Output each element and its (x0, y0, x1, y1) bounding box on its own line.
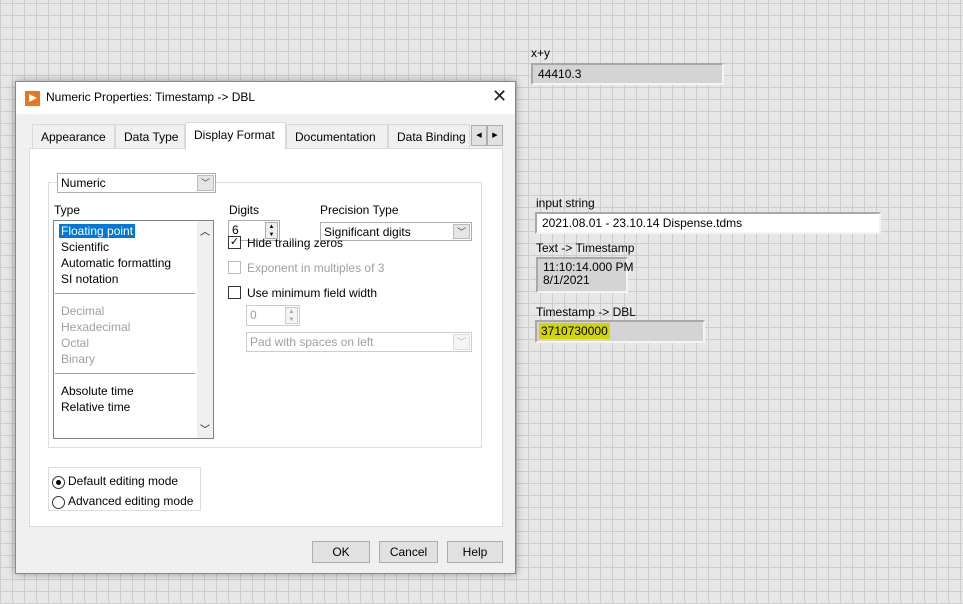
type-item-si[interactable]: SI notation (59, 272, 120, 286)
advanced-mode-label: Advanced editing mode (68, 494, 194, 508)
type-item-binary: Binary (61, 352, 96, 366)
type-label: Type (54, 203, 81, 217)
chevron-down-icon: ﹀ (197, 175, 214, 191)
display-format-panel: Numeric ﹀ Type Floating point Scientific… (29, 148, 503, 527)
exponent-multiples-label: Exponent in multiples of 3 (247, 261, 385, 275)
pad-select: Pad with spaces on left ﹀ (246, 332, 472, 352)
ok-button[interactable]: OK (312, 541, 370, 563)
tab-scroll-right-icon[interactable]: ▶ (487, 125, 503, 146)
timestamp-date: 8/1/2021 (543, 273, 590, 287)
scroll-up-icon[interactable]: ︿ (197, 223, 213, 238)
digits-label: Digits (229, 203, 260, 217)
xy-indicator[interactable]: 44410.3 (531, 63, 724, 85)
checkmark-icon: ✓ (229, 236, 240, 248)
xy-label: x+y (531, 46, 551, 60)
pad-value: Pad with spaces on left (250, 335, 374, 349)
tab-display-format[interactable]: Display Format (185, 122, 286, 150)
default-mode-label: Default editing mode (68, 474, 179, 488)
tab-data-type[interactable]: Data Type (115, 124, 185, 149)
input-string-label: input string (536, 196, 595, 210)
type-item-hexadecimal: Hexadecimal (61, 320, 131, 334)
type-list-scrollbar[interactable]: ︿ ﹀ (197, 221, 213, 438)
labview-arrow-icon (25, 91, 40, 106)
precision-label: Precision Type (320, 203, 399, 217)
cancel-button[interactable]: Cancel (379, 541, 438, 563)
tab-scroll-left-icon[interactable]: ◀ (471, 125, 487, 146)
type-item-decimal: Decimal (61, 304, 105, 318)
type-list[interactable]: Floating point Scientific Automatic form… (53, 220, 214, 439)
divider (55, 293, 195, 294)
min-field-width-checkbox[interactable] (228, 286, 241, 299)
tab-appearance[interactable]: Appearance (32, 124, 115, 149)
format-category-value: Numeric (61, 176, 106, 190)
input-string-control[interactable]: 2021.08.01 - 23.10.14 Dispense.tdms (535, 212, 881, 234)
type-item-automatic[interactable]: Automatic formatting (59, 256, 173, 270)
digits-value: 6 (232, 223, 239, 237)
close-icon[interactable]: ✕ (492, 86, 507, 107)
hide-trailing-zeros-label: Hide trailing zeros (247, 236, 344, 250)
tab-data-binding[interactable]: Data Binding (388, 124, 470, 149)
exponent-multiples-checkbox (228, 261, 241, 274)
editing-mode-group: Default editing mode Advanced editing mo… (48, 467, 201, 511)
tab-documentation[interactable]: Documentation (286, 124, 388, 149)
type-item-absolute-time[interactable]: Absolute time (59, 384, 136, 398)
numeric-properties-dialog: Numeric Properties: Timestamp -> DBL ✕ A… (15, 81, 516, 574)
text-timestamp-label: Text -> Timestamp (536, 241, 635, 255)
min-width-stepper: 0 ▲ ▼ (246, 305, 300, 326)
type-item-scientific[interactable]: Scientific (59, 240, 111, 254)
text-timestamp-indicator[interactable]: 11:10:14.000 PM 8/1/2021 (536, 257, 634, 293)
chevron-down-icon: ﹀ (453, 224, 470, 239)
scroll-down-icon[interactable]: ﹀ (197, 421, 213, 436)
min-width-value: 0 (250, 308, 257, 322)
timestamp-dbl-label: Timestamp -> DBL (536, 305, 636, 319)
hide-trailing-zeros-checkbox[interactable]: ✓ (228, 236, 241, 249)
spinner-icon: ▲ ▼ (285, 307, 298, 324)
divider (55, 373, 195, 374)
title-bar: Numeric Properties: Timestamp -> DBL ✕ (16, 82, 515, 114)
help-button[interactable]: Help (447, 541, 503, 563)
timestamp-dbl-indicator[interactable]: 3710730000 (535, 320, 705, 343)
min-field-width-label: Use minimum field width (247, 286, 378, 300)
dialog-title: Numeric Properties: Timestamp -> DBL (46, 90, 256, 104)
type-item-relative-time[interactable]: Relative time (59, 400, 132, 414)
default-mode-radio[interactable] (52, 476, 65, 489)
timestamp-dbl-value: 3710730000 (539, 323, 610, 339)
type-item-octal: Octal (61, 336, 90, 350)
type-item-floating-point[interactable]: Floating point (59, 224, 136, 238)
chevron-down-icon: ﹀ (453, 334, 470, 350)
advanced-mode-radio[interactable] (52, 496, 65, 509)
format-category-select[interactable]: Numeric ﹀ (57, 173, 216, 193)
